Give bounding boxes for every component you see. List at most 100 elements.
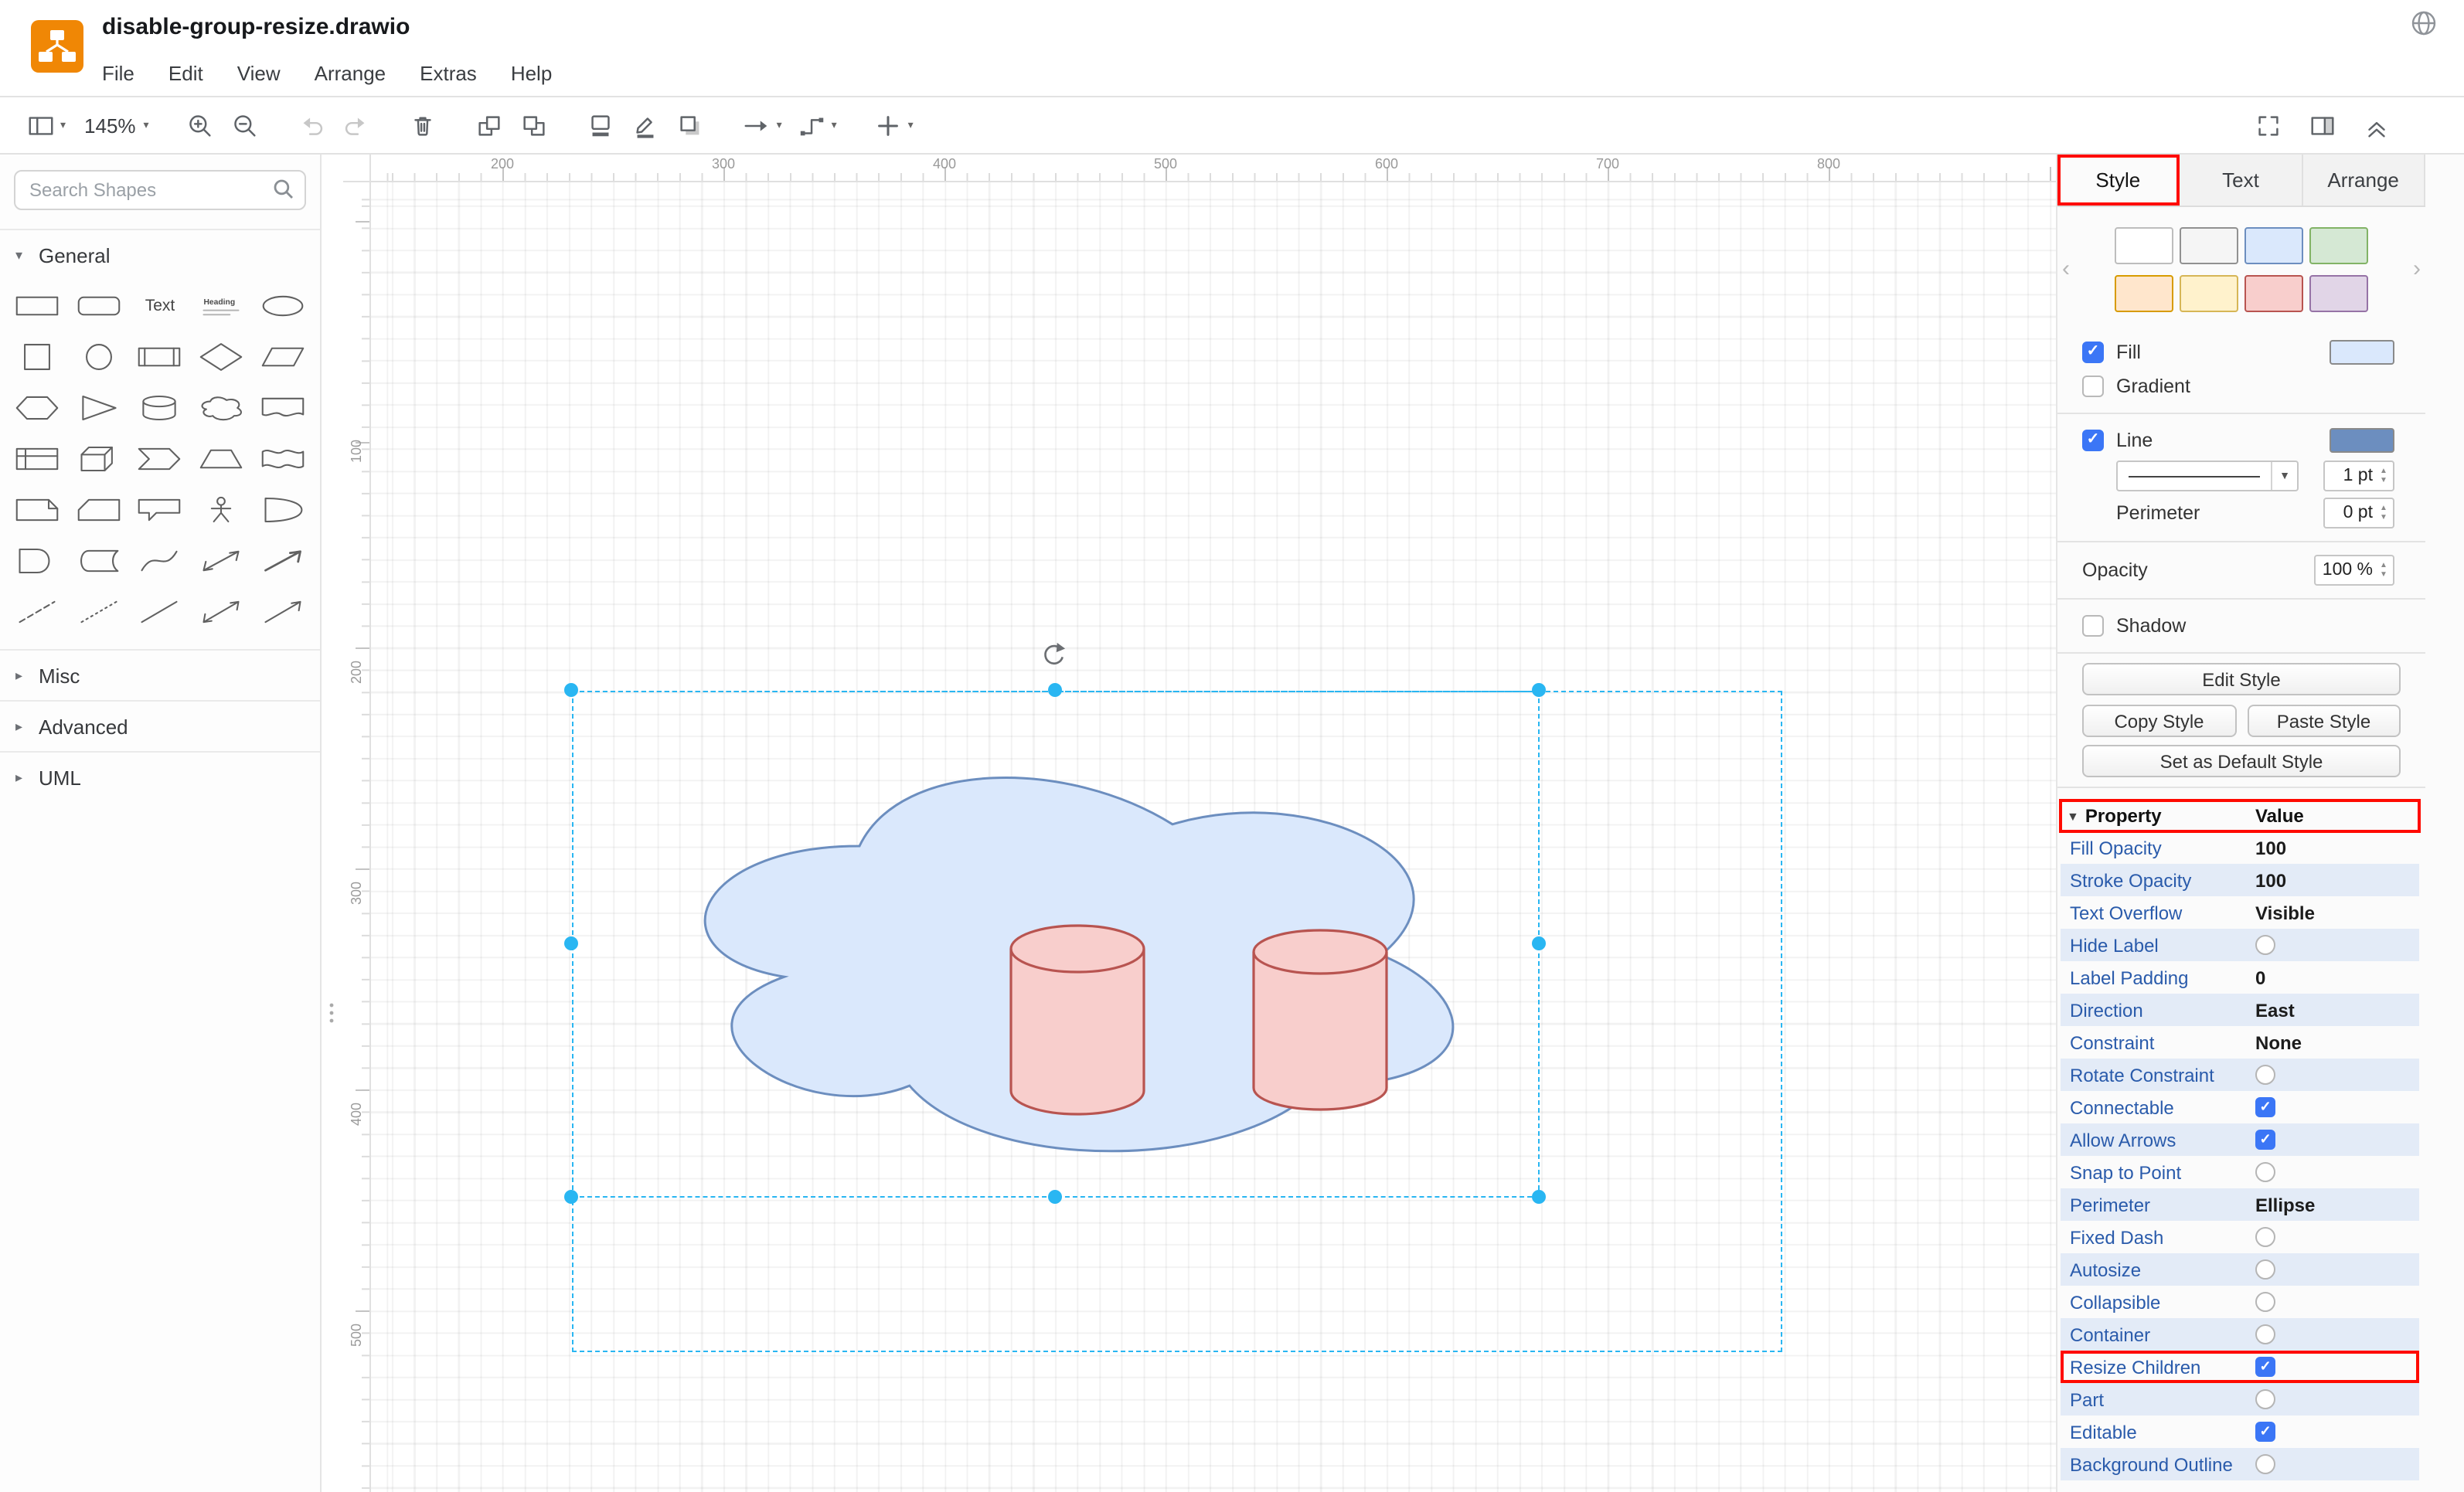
shape-bidirectional-connector[interactable] bbox=[191, 586, 253, 637]
selection-handle-sw[interactable] bbox=[564, 1190, 578, 1204]
menu-item[interactable]: Arrange bbox=[298, 59, 403, 88]
shape-actor[interactable] bbox=[191, 484, 253, 535]
zoom-select[interactable]: 145% ▾ bbox=[73, 109, 157, 141]
search-input[interactable] bbox=[14, 170, 306, 210]
rotate-handle[interactable] bbox=[1040, 641, 1067, 668]
dropdown-arrow-icon[interactable]: ▼ bbox=[2271, 462, 2297, 490]
color-swatch[interactable] bbox=[2309, 275, 2368, 312]
property-checkbox[interactable]: ✓ bbox=[2255, 1130, 2275, 1150]
format-tab[interactable]: Text bbox=[2180, 155, 2303, 206]
line-width-stepper[interactable]: 1 pt ▲▼ bbox=[2323, 461, 2394, 491]
zoom-out-button[interactable] bbox=[223, 106, 268, 144]
connection-button[interactable]: ▾ bbox=[735, 106, 790, 144]
sidebar-section-misc[interactable]: ▸ Misc bbox=[0, 649, 320, 700]
shape-cube[interactable] bbox=[68, 433, 130, 484]
perimeter-stepper[interactable]: 0 pt ▲▼ bbox=[2323, 498, 2394, 528]
shape-tape[interactable] bbox=[252, 433, 314, 484]
shape-card[interactable] bbox=[68, 484, 130, 535]
fill-color-swatch[interactable] bbox=[2330, 340, 2394, 365]
property-row[interactable]: Perimeter Ellipse ✓ bbox=[2061, 1188, 2419, 1221]
property-checkbox[interactable]: ✓ bbox=[2255, 1227, 2275, 1247]
shape-document[interactable] bbox=[252, 382, 314, 433]
shadow-checkbox[interactable]: ✓ bbox=[2082, 615, 2104, 637]
property-row[interactable]: Background Outline ✓ bbox=[2061, 1448, 2419, 1480]
property-checkbox[interactable]: ✓ bbox=[2255, 1065, 2275, 1085]
shape-process[interactable] bbox=[129, 331, 191, 382]
property-row[interactable]: Part ✓ bbox=[2061, 1383, 2419, 1416]
line-color-button[interactable] bbox=[624, 106, 669, 144]
property-row[interactable]: Direction East ✓ bbox=[2061, 994, 2419, 1026]
color-swatch[interactable] bbox=[2244, 227, 2303, 264]
property-row[interactable]: Container ✓ bbox=[2061, 1318, 2419, 1351]
shadow-button[interactable] bbox=[669, 106, 713, 144]
collapse-toolbar-button[interactable] bbox=[2354, 106, 2399, 144]
property-checkbox[interactable]: ✓ bbox=[2255, 1357, 2275, 1377]
property-checkbox[interactable]: ✓ bbox=[2255, 1292, 2275, 1312]
shape-triangle[interactable] bbox=[68, 382, 130, 433]
menu-item[interactable]: File bbox=[99, 59, 151, 88]
selection-handle-nw[interactable] bbox=[564, 683, 578, 697]
shape-square[interactable] bbox=[6, 331, 68, 382]
shape-callout[interactable] bbox=[129, 484, 191, 535]
property-row[interactable]: Editable ✓ bbox=[2061, 1416, 2419, 1448]
delete-button[interactable] bbox=[401, 106, 446, 144]
selection-handle-se[interactable] bbox=[1532, 1190, 1546, 1204]
property-checkbox[interactable]: ✓ bbox=[2255, 1097, 2275, 1117]
fill-checkbox[interactable]: ✓ bbox=[2082, 342, 2104, 363]
shape-diamond[interactable] bbox=[191, 331, 253, 382]
menu-item[interactable]: View bbox=[220, 59, 298, 88]
property-row[interactable]: Hide Label ✓ bbox=[2061, 929, 2419, 961]
drawing-area[interactable] bbox=[371, 182, 2056, 1492]
shape-parallelogram[interactable] bbox=[252, 331, 314, 382]
format-panel-button[interactable] bbox=[2300, 106, 2345, 144]
property-row[interactable]: Resize Children ✓ bbox=[2061, 1351, 2419, 1383]
opacity-stepper[interactable]: 100 % ▲▼ bbox=[2314, 555, 2394, 586]
property-checkbox[interactable]: ✓ bbox=[2255, 935, 2275, 955]
shape-note[interactable] bbox=[6, 484, 68, 535]
sidebar-section-general[interactable]: ▾ General bbox=[0, 229, 320, 280]
sidebar-section-advanced[interactable]: ▸ Advanced bbox=[0, 700, 320, 751]
property-checkbox[interactable]: ✓ bbox=[2255, 1422, 2275, 1442]
chevron-right-icon[interactable]: › bbox=[2413, 257, 2421, 280]
selection-handle-e[interactable] bbox=[1532, 936, 1546, 950]
waypoints-button[interactable]: ▾ bbox=[790, 106, 845, 144]
property-row[interactable]: Snap to Point ✓ bbox=[2061, 1156, 2419, 1188]
shape-text[interactable]: Text bbox=[129, 280, 191, 331]
property-row[interactable]: Rotate Constraint ✓ bbox=[2061, 1059, 2419, 1091]
shape-rectangle[interactable] bbox=[6, 280, 68, 331]
format-tab[interactable]: Arrange bbox=[2302, 155, 2425, 206]
property-row[interactable]: Collapsible ✓ bbox=[2061, 1286, 2419, 1318]
line-style-dropdown[interactable]: ▼ bbox=[2116, 461, 2299, 491]
view-button[interactable]: ▾ bbox=[19, 106, 73, 144]
shape-textbox[interactable]: Heading bbox=[191, 280, 253, 331]
property-table-header[interactable]: ▼ Property Value bbox=[2061, 800, 2419, 831]
undo-button[interactable] bbox=[290, 106, 335, 144]
property-row[interactable]: Fill Opacity 100 ✓ bbox=[2061, 831, 2419, 864]
property-checkbox[interactable]: ✓ bbox=[2255, 1389, 2275, 1409]
redo-button[interactable] bbox=[335, 106, 379, 144]
fullscreen-button[interactable] bbox=[2246, 106, 2291, 144]
property-checkbox[interactable]: ✓ bbox=[2255, 1259, 2275, 1280]
shape-internal-storage[interactable] bbox=[6, 433, 68, 484]
shape-dotted-line[interactable] bbox=[68, 586, 130, 637]
edit-style-button[interactable]: Edit Style bbox=[2082, 663, 2401, 695]
selection-handle-s[interactable] bbox=[1048, 1190, 1062, 1204]
shape-dashed-line[interactable] bbox=[6, 586, 68, 637]
shape-or[interactable] bbox=[252, 484, 314, 535]
shape-line[interactable] bbox=[129, 586, 191, 637]
menu-item[interactable]: Edit bbox=[151, 59, 220, 88]
color-swatch[interactable] bbox=[2180, 227, 2238, 264]
property-row[interactable]: Label Padding 0 ✓ bbox=[2061, 961, 2419, 994]
shape-cloud[interactable] bbox=[191, 382, 253, 433]
paste-style-button[interactable]: Paste Style bbox=[2247, 705, 2401, 737]
shape-step[interactable] bbox=[129, 433, 191, 484]
shape-arrow[interactable] bbox=[252, 535, 314, 586]
to-back-button[interactable] bbox=[512, 106, 557, 144]
menu-item[interactable]: Extras bbox=[403, 59, 494, 88]
shape-hexagon[interactable] bbox=[6, 382, 68, 433]
property-checkbox[interactable]: ✓ bbox=[2255, 1454, 2275, 1474]
property-row[interactable]: Text Overflow Visible ✓ bbox=[2061, 896, 2419, 929]
shape-and[interactable] bbox=[6, 535, 68, 586]
selection-handle-n[interactable] bbox=[1048, 683, 1062, 697]
shape-trapezoid[interactable] bbox=[191, 433, 253, 484]
